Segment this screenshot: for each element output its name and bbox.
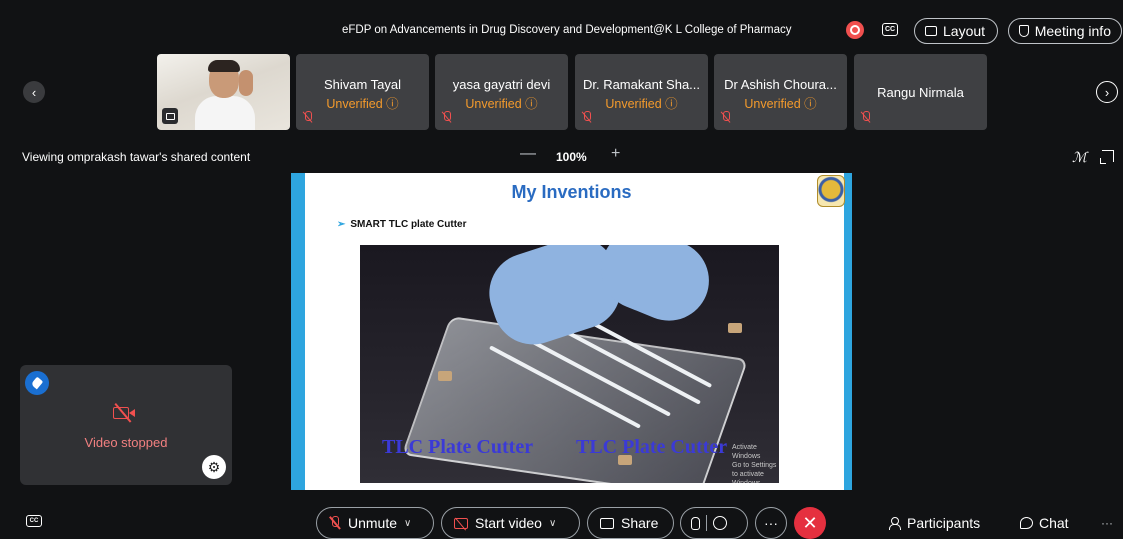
slide-accent-band [291, 173, 305, 490]
layout-icon [925, 26, 937, 36]
photo-caption-left: TLC Plate Cutter [382, 436, 534, 458]
unmute-button[interactable]: Unmute ∨ [316, 507, 434, 539]
chevron-down-icon[interactable]: ∨ [549, 518, 556, 529]
mic-muted-icon [721, 111, 731, 123]
layout-button-label: Layout [943, 23, 986, 39]
meeting-info-button[interactable]: Meeting info [1008, 18, 1122, 44]
shield-icon [1019, 25, 1029, 37]
shared-content-label: Viewing omprakash tawar's shared content [22, 150, 251, 164]
overflow-menu-button[interactable]: ··· [1101, 516, 1113, 530]
zoom-in-button[interactable]: + [611, 145, 620, 163]
chat-icon [1020, 517, 1033, 529]
participant-status: Unverified ⓘ [326, 97, 399, 111]
participant-name: Dr. Ramakant Sha... [582, 77, 701, 92]
participant-tile[interactable]: Dr Ashish Choura... Unverified ⓘ [714, 54, 847, 130]
bullet-arrow-icon: ➢ [337, 219, 346, 230]
mic-muted-icon [861, 111, 871, 123]
leave-meeting-button[interactable]: ✕ [794, 507, 826, 539]
participant-name: Rangu Nirmala [877, 85, 964, 100]
unmute-label: Unmute [348, 515, 398, 531]
mic-muted-icon [582, 111, 592, 123]
zoom-level: 100% [556, 150, 587, 164]
annotate-icon[interactable]: ℳ [1072, 149, 1087, 166]
participant-status: Unverified ⓘ [465, 97, 538, 111]
raise-hand-icon[interactable] [691, 516, 700, 530]
participants-icon [889, 517, 901, 530]
expand-icon[interactable] [1100, 150, 1114, 164]
start-video-label: Start video [475, 515, 542, 531]
activate-windows-watermark: Activate Windows Go to Settings to activ… [732, 444, 777, 483]
meeting-header: eFDP on Advancements in Drug Discovery a… [0, 14, 1123, 48]
tlc-cutter-photo: TLC Plate Cutter TLC Plate Cutter Activa… [360, 245, 779, 483]
presenter-video [195, 60, 255, 130]
participant-status: Unverified ⓘ [744, 97, 817, 111]
settings-icon[interactable]: ⚙ [202, 455, 226, 479]
pin-icon[interactable] [25, 371, 49, 395]
share-screen-icon [600, 517, 614, 529]
divider [706, 515, 707, 531]
share-label: Share [621, 515, 659, 531]
share-button[interactable]: Share [587, 507, 674, 539]
participant-tile[interactable]: Rangu Nirmala [854, 54, 987, 130]
shared-slide: My Inventions ➢ SMART TLC plate Cutter TL… [291, 173, 852, 490]
slide-bullet: ➢ SMART TLC plate Cutter [337, 219, 467, 230]
slide-bullet-text: SMART TLC plate Cutter [350, 219, 467, 230]
more-options-button[interactable]: ··· [755, 507, 787, 539]
participant-name: yasa gayatri devi [452, 77, 551, 92]
presenter-video-tile[interactable] [157, 54, 290, 130]
participants-next-button[interactable]: › [1096, 81, 1118, 103]
mic-muted-icon [442, 111, 452, 123]
participants-label: Participants [907, 515, 981, 531]
reactions-group [680, 507, 748, 539]
participants-button[interactable]: Participants [889, 515, 980, 531]
self-video-tile[interactable]: Video stopped ⚙ [20, 365, 232, 485]
recording-icon[interactable] [846, 21, 864, 39]
reactions-icon[interactable] [713, 516, 727, 530]
participant-tile[interactable]: yasa gayatri devi Unverified ⓘ [435, 54, 568, 130]
closed-captions-icon[interactable]: CC [882, 23, 898, 36]
participant-name: Dr Ashish Choura... [724, 77, 837, 92]
zoom-out-button[interactable]: — [520, 145, 536, 163]
chat-button[interactable]: Chat [1020, 515, 1069, 531]
meeting-info-label: Meeting info [1034, 23, 1111, 39]
chat-label: Chat [1039, 515, 1069, 531]
video-stopped-label: Video stopped [84, 435, 168, 450]
chevron-down-icon[interactable]: ∨ [404, 518, 411, 529]
meeting-title: eFDP on Advancements in Drug Discovery a… [342, 24, 792, 36]
participant-name: Shivam Tayal [323, 77, 402, 92]
photo-caption-right: TLC Plate Cutter [576, 436, 728, 458]
closed-captions-button[interactable]: CC [26, 515, 42, 527]
participant-status: Unverified ⓘ [605, 97, 678, 111]
participant-tile[interactable]: Dr. Ramakant Sha... Unverified ⓘ [575, 54, 708, 130]
layout-button[interactable]: Layout [914, 18, 998, 44]
participants-prev-button[interactable]: ‹ [23, 81, 45, 103]
video-off-icon [113, 403, 137, 423]
mic-muted-icon [329, 516, 341, 530]
mic-muted-icon [303, 111, 313, 123]
college-crest-logo [817, 175, 845, 207]
slide-title: My Inventions [511, 182, 632, 202]
slide-accent-band [844, 173, 852, 490]
screen-share-icon [162, 108, 178, 124]
start-video-button[interactable]: Start video ∨ [441, 507, 580, 539]
participant-tile[interactable]: Shivam Tayal Unverified ⓘ [296, 54, 429, 130]
video-off-icon [454, 517, 468, 529]
